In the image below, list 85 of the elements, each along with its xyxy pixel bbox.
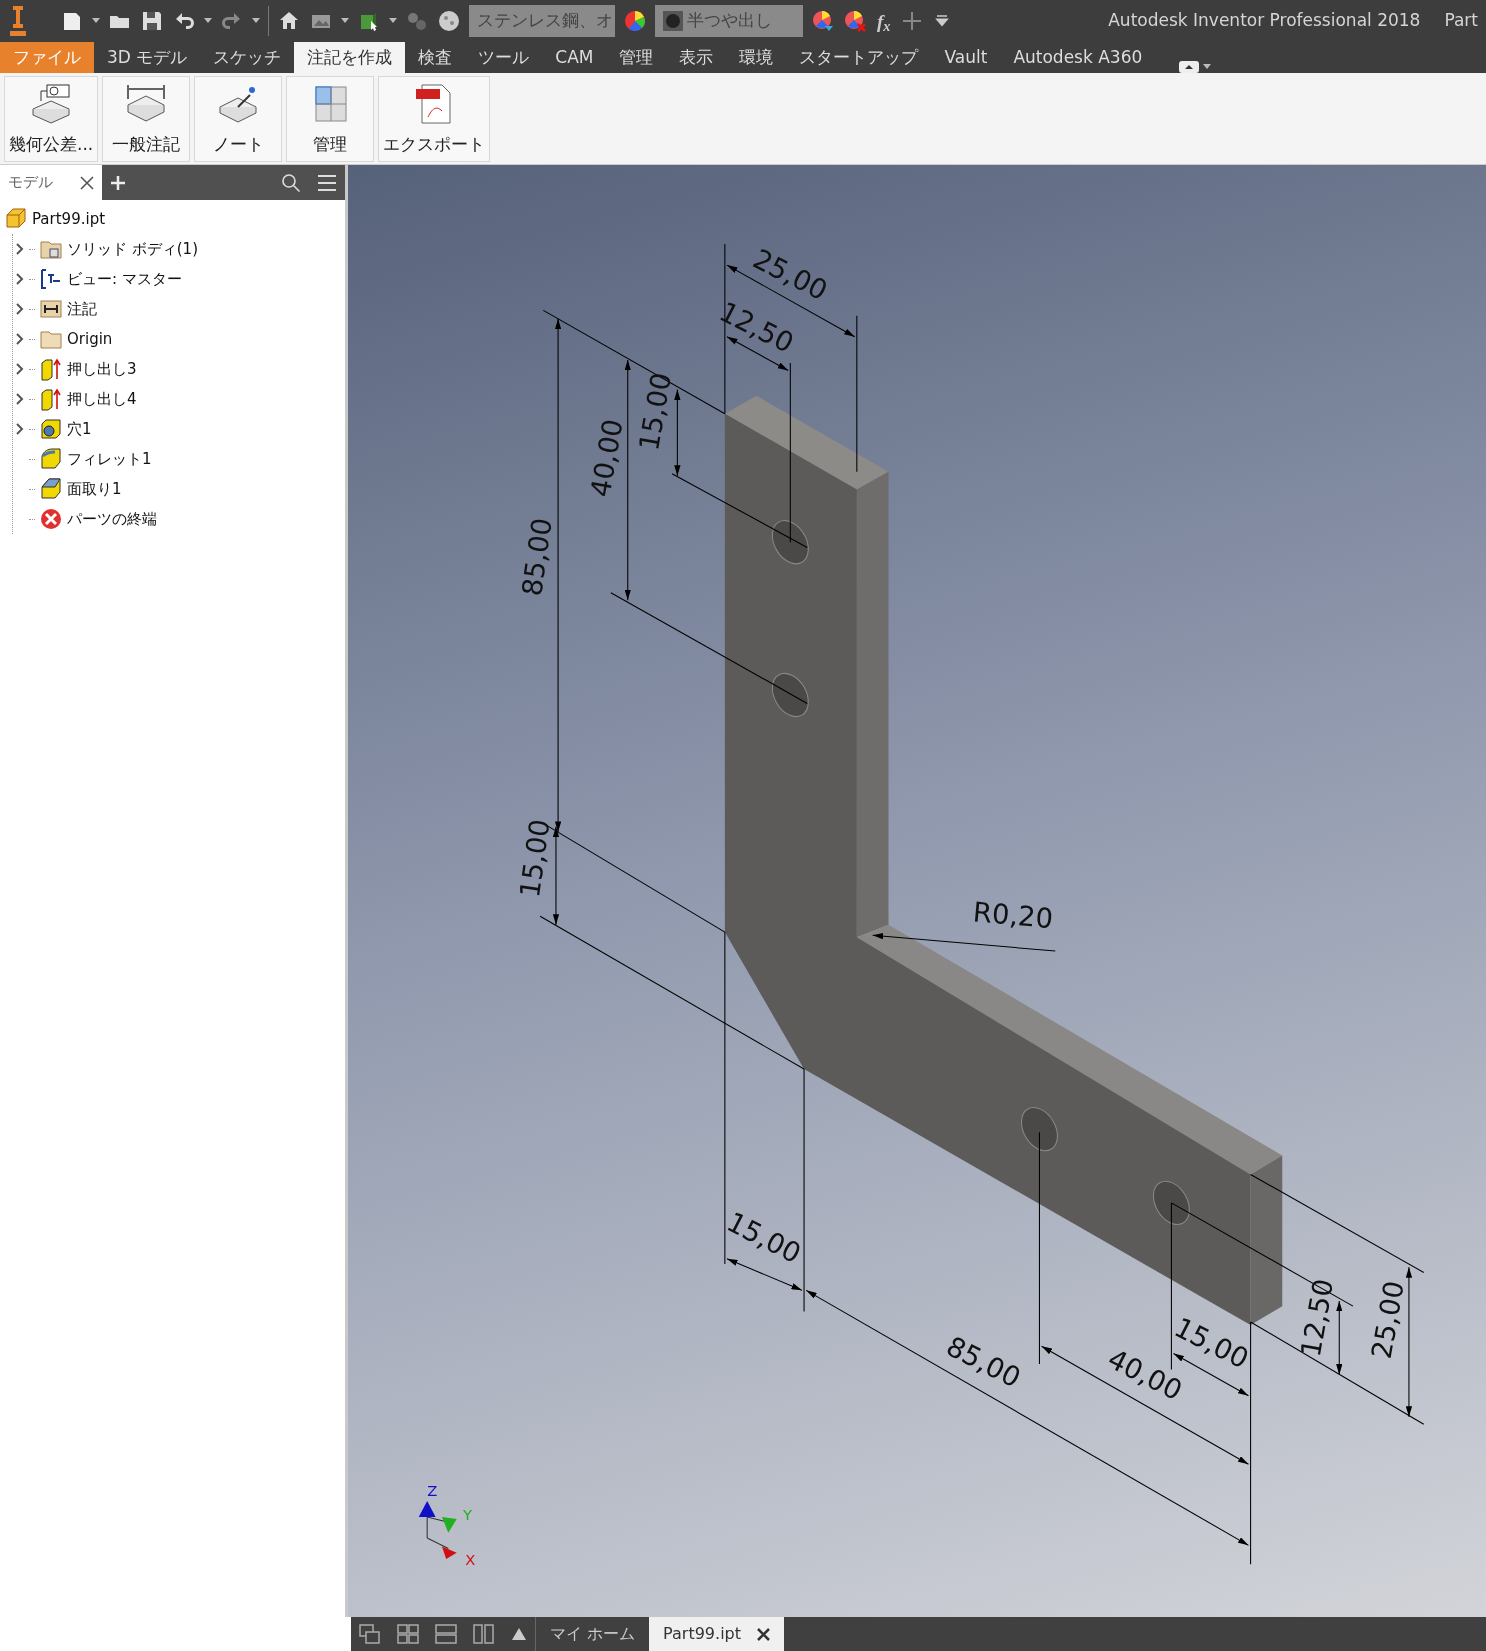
ribbon-tab[interactable]: スタートアップ <box>786 42 932 73</box>
axis-label: X <box>465 1551 476 1569</box>
ribbon-button[interactable]: エクスポート <box>378 76 491 162</box>
chamfer-icon <box>39 477 63 501</box>
tile-windows-icon[interactable] <box>397 1624 419 1644</box>
browser-tab[interactable]: モデル <box>0 165 102 200</box>
add-tab-icon[interactable] <box>110 174 126 191</box>
ribbon-tab[interactable]: 表示 <box>666 42 727 73</box>
axis-triad-drawing <box>426 1516 449 1550</box>
fillet-icon <box>39 447 63 471</box>
ribbon-tab[interactable]: Vault <box>931 42 1001 73</box>
tree-item[interactable]: 押し出し3 <box>15 354 341 384</box>
function-button[interactable]: f$_{x}$ <box>875 11 893 31</box>
dimension-value: R0,20 <box>971 896 1055 935</box>
dimension-icon <box>39 297 63 321</box>
chevron-icon[interactable] <box>15 272 25 286</box>
chevron-icon[interactable] <box>15 332 25 346</box>
caret-icon[interactable] <box>341 18 349 24</box>
chevron-icon[interactable] <box>15 302 25 316</box>
document-title: Part <box>1444 9 1478 33</box>
chevron-icon[interactable] <box>15 242 25 256</box>
extrusion-icon <box>39 387 63 411</box>
ribbon-tab[interactable]: ツール <box>465 42 543 73</box>
dimension-value: 25,00 <box>1365 1278 1410 1362</box>
ribbon-button[interactable]: 管理 <box>286 76 375 162</box>
hierarchy-icon <box>39 267 63 291</box>
tree-item[interactable]: パーツの終端 <box>15 504 341 534</box>
ribbon-button[interactable]: 一般注記 <box>102 76 191 162</box>
up-triangle-icon[interactable] <box>511 1627 527 1641</box>
dimension-value: 15,00 <box>633 370 678 453</box>
tree-item[interactable]: ソリッド ボディ(1) <box>15 234 341 264</box>
dimension-value: 15,00 <box>514 817 556 900</box>
color-filter-icon[interactable] <box>811 9 835 33</box>
ribbon-tab[interactable]: 環境 <box>726 42 787 73</box>
tree-item[interactable]: 穴1 <box>15 414 341 444</box>
close-icon[interactable] <box>80 175 94 190</box>
close-icon[interactable] <box>757 1627 770 1641</box>
color-clear-icon[interactable] <box>843 9 867 33</box>
dimension-value: 40,00 <box>584 416 629 500</box>
horizontal-split-icon[interactable] <box>435 1624 457 1644</box>
tree-item[interactable]: フィレット1 <box>15 444 341 474</box>
tree-item[interactable]: 面取り1 <box>15 474 341 504</box>
panel-toggle-icon[interactable] <box>1179 61 1200 73</box>
vertical-split-icon[interactable] <box>473 1624 495 1644</box>
ribbon-tab[interactable]: 3D モデル <box>94 42 201 73</box>
save-icon[interactable] <box>140 9 164 33</box>
ribbon-tab[interactable]: 検査 <box>405 42 466 73</box>
document-tab[interactable]: マイ ホーム <box>536 1617 650 1651</box>
search-icon[interactable] <box>281 172 301 193</box>
caret-icon[interactable] <box>252 18 260 24</box>
hole-icon <box>39 417 63 441</box>
ribbon-tab[interactable]: Autodesk A360 <box>1000 42 1156 73</box>
chevron-icon[interactable] <box>15 422 25 436</box>
dimension-value: 12,50 <box>1295 1276 1340 1360</box>
caret-icon[interactable] <box>92 18 100 24</box>
color-wheel-icon[interactable] <box>623 9 647 33</box>
app-logo-icon[interactable] <box>8 4 28 38</box>
caret-icon[interactable] <box>1203 64 1212 70</box>
sphere-texture-icon[interactable] <box>437 9 461 33</box>
chevron-icon[interactable] <box>15 362 25 376</box>
ribbon-tab[interactable]: CAM <box>542 42 607 73</box>
menu-icon[interactable] <box>317 173 337 192</box>
document-tab[interactable]: Part99.ipt <box>649 1617 784 1651</box>
ribbon-tab[interactable]: スケッチ <box>200 42 295 73</box>
window-title: Autodesk Inventor Professional 2018 <box>1108 9 1421 33</box>
tree-item[interactable]: Origin <box>15 324 341 354</box>
chevron-icon[interactable] <box>15 392 25 406</box>
axis-label: Y <box>463 1506 473 1524</box>
cube-icon <box>4 207 28 231</box>
ribbon-tab[interactable]: 管理 <box>606 42 667 73</box>
ribbon-button[interactable]: ノート <box>194 76 283 162</box>
sphere-icon <box>663 11 683 31</box>
ribbon-button[interactable]: 幾何公差... <box>4 76 99 162</box>
tree-item[interactable]: Part99.ipt <box>4 204 341 234</box>
caret-icon[interactable] <box>389 18 397 24</box>
extrusion-icon <box>39 357 63 381</box>
ribbon-tab[interactable]: 注記を作成 <box>294 42 406 73</box>
cascade-windows-icon[interactable] <box>359 1624 381 1644</box>
tree-item[interactable]: 注記 <box>15 294 341 324</box>
dimension-value: 85,00 <box>516 516 558 598</box>
tree-item[interactable]: ビュー: マスター <box>15 264 341 294</box>
axis-label: Z <box>427 1481 438 1499</box>
tree-item[interactable]: 押し出し4 <box>15 384 341 414</box>
stop-icon <box>39 507 63 531</box>
caret-icon[interactable] <box>204 18 212 24</box>
